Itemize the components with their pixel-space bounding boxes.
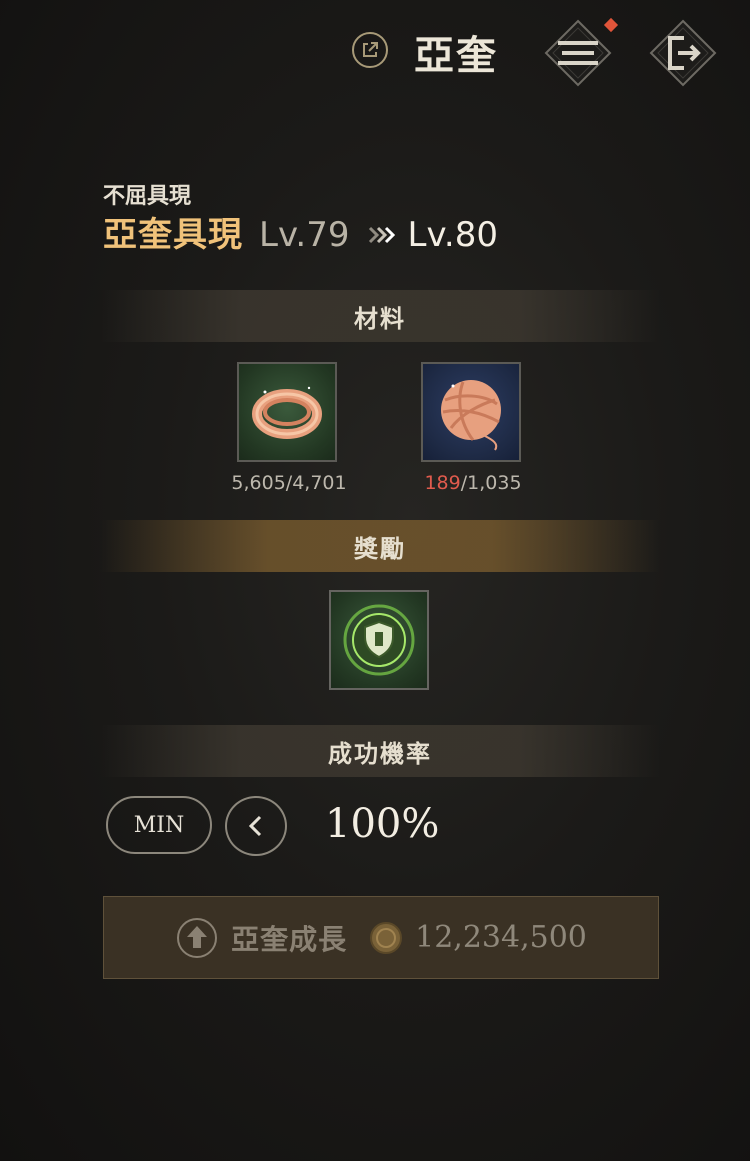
materials-heading: 材料: [100, 290, 660, 342]
material-owned-2: 189: [424, 472, 461, 494]
grow-button-label: 亞奎成長: [231, 922, 348, 956]
gold-coin-icon: [370, 921, 403, 954]
success-rate-heading: 成功機率: [100, 725, 660, 777]
upgrade-title-line: 亞奎具現 Lv.79 Lv.80: [103, 210, 498, 260]
upgrade-subtitle: 不屈具現: [103, 184, 192, 209]
green-shield-emblem-icon: [343, 604, 415, 676]
grow-cost: 12,234,500: [415, 920, 587, 955]
copper-yarn-ball-icon: [441, 380, 501, 451]
copper-thread-coil-icon: [252, 386, 322, 439]
material-slot-2[interactable]: [421, 362, 521, 462]
chevron-double-right-icon: [368, 225, 396, 245]
material-slot-1[interactable]: [237, 362, 337, 462]
grow-button[interactable]: 亞奎成長 12,234,500: [103, 896, 659, 979]
decrease-button[interactable]: [225, 796, 287, 856]
exit-button[interactable]: [648, 18, 718, 88]
external-link-icon: [363, 42, 378, 57]
material-owned-1: 5,605: [231, 472, 286, 494]
material-count-2: 189/1,035: [393, 472, 553, 494]
level-up-arrow-icon: [177, 917, 218, 958]
level-to: Lv.80: [407, 215, 499, 255]
chevron-left-icon: [248, 815, 262, 837]
menu-button[interactable]: [543, 18, 613, 88]
rewards-heading: 獎勵: [100, 520, 660, 572]
material-required-2: /1,035: [460, 472, 522, 494]
min-button[interactable]: MIN: [106, 796, 212, 854]
material-count-1: 5,605/4,701: [209, 472, 369, 494]
material-required-1: /4,701: [285, 472, 347, 494]
hamburger-menu-icon: [544, 19, 612, 87]
level-from: Lv.79: [259, 215, 350, 255]
page-title: 亞奎: [414, 33, 498, 79]
reward-slot-1[interactable]: [329, 590, 429, 690]
success-rate-value: 100%: [325, 801, 440, 847]
exit-icon: [649, 19, 717, 87]
upgrade-name: 亞奎具現: [103, 215, 243, 255]
external-link-button[interactable]: [352, 32, 388, 68]
